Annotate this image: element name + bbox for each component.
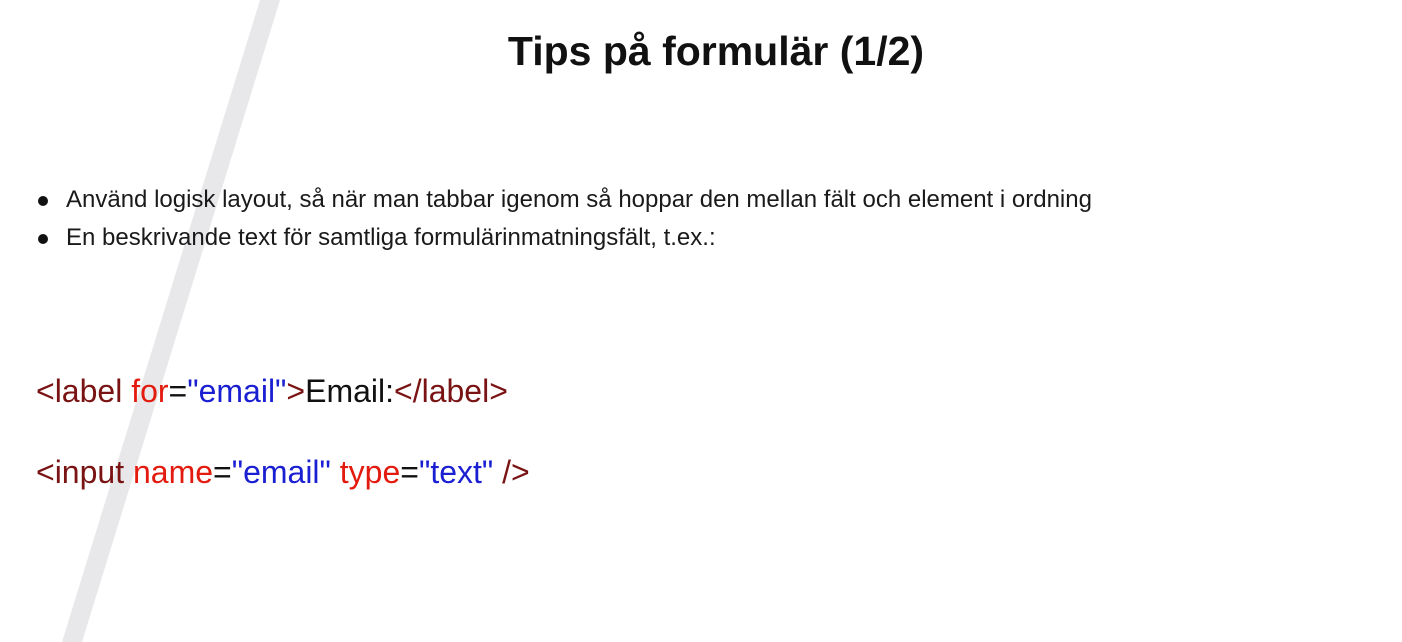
code-tag-bracket: >: [286, 373, 306, 409]
bullet-dot-icon: [38, 196, 48, 206]
code-value: "text": [418, 454, 494, 490]
code-value: "email": [187, 373, 287, 409]
code-attribute: type: [339, 454, 401, 490]
code-text: Email:: [305, 373, 394, 409]
bullet-list: Använd logisk layout, så när man tabbar …: [36, 181, 1092, 257]
code-equals: =: [213, 454, 232, 490]
code-tag-close: </label>: [394, 373, 508, 409]
code-equals: =: [168, 373, 188, 409]
bullet-item: En beskrivande text för samtliga formulä…: [36, 219, 1092, 257]
bullet-text: Använd logisk layout, så när man tabbar …: [66, 186, 1092, 213]
bullet-text: En beskrivande text för samtliga formulä…: [66, 224, 716, 251]
code-line-input: <input name="email" type="text" />: [36, 454, 530, 491]
bullet-dot-icon: [38, 234, 48, 244]
code-tag-open: <input: [36, 454, 125, 490]
code-equals: =: [400, 454, 419, 490]
code-attribute: for: [131, 373, 169, 409]
code-attribute: name: [132, 454, 214, 490]
code-tag-self-close: />: [502, 454, 530, 490]
background-diagonal-stripe: [62, 0, 280, 642]
slide-title: Tips på formulär (1/2): [507, 28, 925, 74]
code-tag-open: <label: [36, 373, 123, 409]
code-line-label: <label for="email">Email:</label>: [36, 373, 508, 410]
code-value: "email": [231, 454, 331, 490]
bullet-item: Använd logisk layout, så när man tabbar …: [36, 181, 1092, 219]
